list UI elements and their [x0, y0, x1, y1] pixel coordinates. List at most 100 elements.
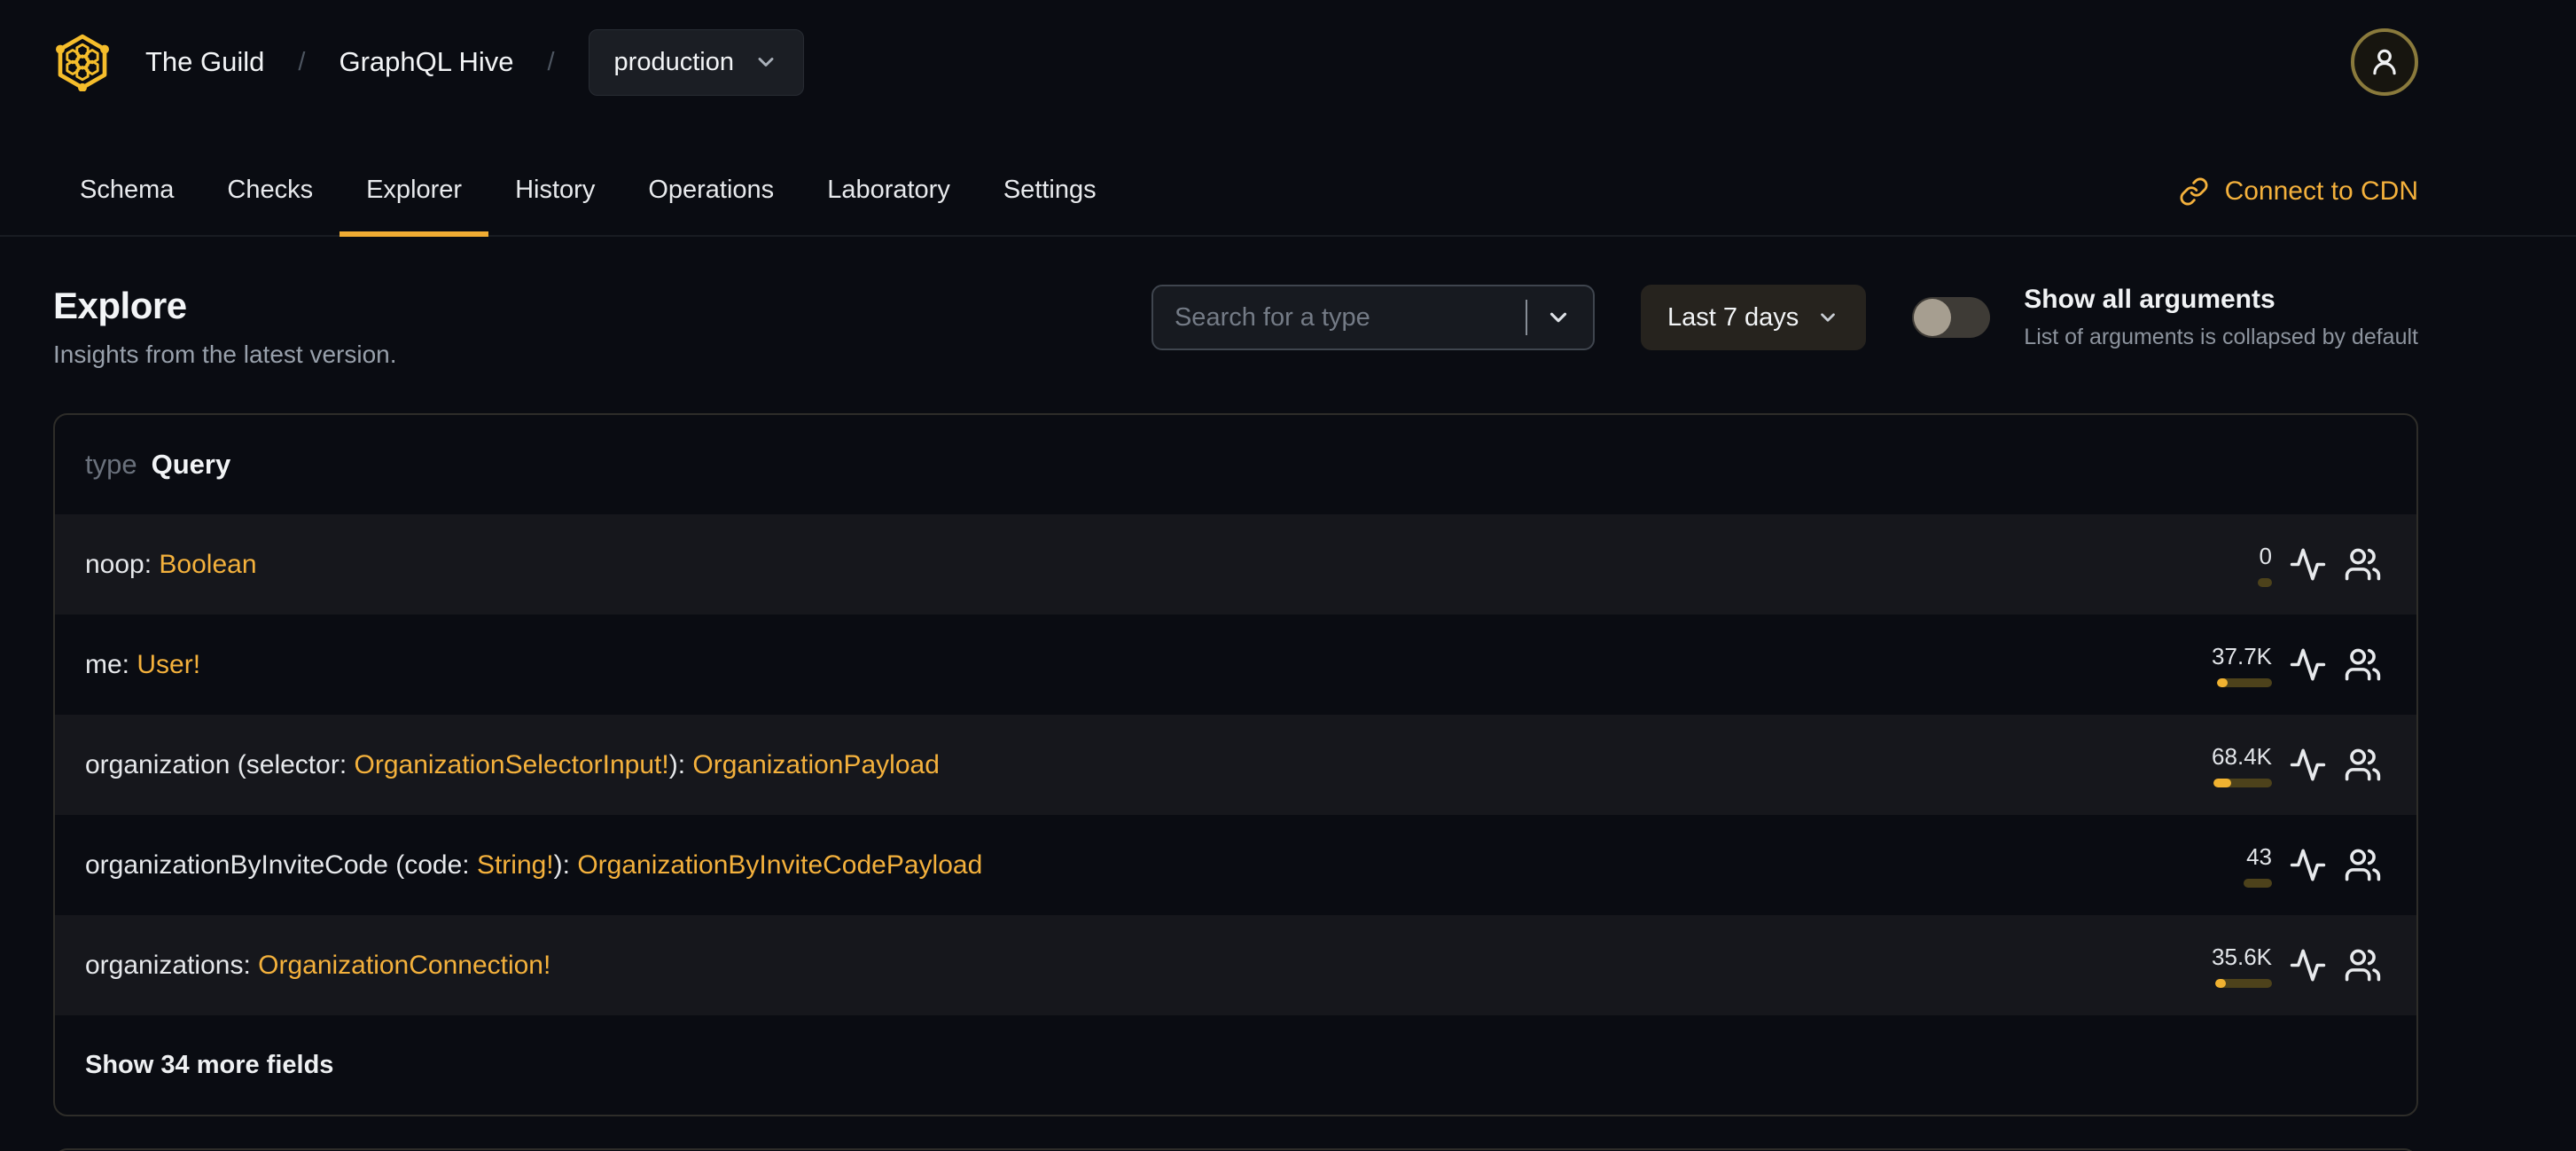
activity-icon[interactable]	[2289, 545, 2327, 583]
field-signature: organization (selector: OrganizationSele…	[85, 750, 940, 780]
type-search-input[interactable]: Search for a type	[1151, 285, 1595, 350]
field-text: organization (selector:	[85, 749, 355, 779]
link-icon	[2180, 177, 2207, 206]
type-link[interactable]: OrganizationByInviteCodePayload	[577, 850, 982, 880]
breadcrumb-project[interactable]: GraphQL Hive	[339, 46, 513, 78]
field-row: me: User! 37.7K	[55, 615, 2416, 715]
chevron-down-icon	[758, 58, 774, 67]
page-title: Explore	[53, 285, 187, 326]
user-menu-button[interactable]	[2351, 28, 2418, 96]
usage-bar	[2213, 778, 2272, 787]
type-kind-label: type	[85, 449, 137, 480]
usage-bar-fill	[2213, 778, 2231, 787]
activity-icon[interactable]	[2289, 846, 2327, 884]
field-row: organizationByInviteCode (code: String!)…	[55, 815, 2416, 915]
show-more-fields-button[interactable]: Show 34 more fields	[55, 1015, 2416, 1115]
usage-stats: 35.6K	[2148, 944, 2272, 988]
user-icon	[2373, 49, 2396, 75]
toggle-knob	[1914, 299, 1952, 336]
tab-settings[interactable]: Settings	[977, 176, 1123, 237]
request-count: 68.4K	[2212, 742, 2272, 770]
type-card: type Query noop: Boolean 0 me: User! 37.7K…	[53, 413, 2418, 1116]
toggle-description: List of arguments is collapsed by defaul…	[2024, 325, 2418, 349]
breadcrumb-separator: /	[547, 47, 555, 76]
field-stats: 0	[2148, 543, 2382, 587]
target-selector-value: production	[613, 47, 734, 76]
breadcrumb-separator: /	[298, 47, 306, 76]
users-icon[interactable]	[2344, 846, 2382, 884]
field-signature: me: User!	[85, 650, 200, 680]
field-text: organizations:	[85, 950, 259, 980]
field-stats: 43	[2148, 843, 2382, 888]
request-count: 0	[2259, 542, 2272, 569]
connect-to-cdn-label: Connect to CDN	[2224, 176, 2418, 206]
main-nav: Schema Checks Explorer History Operations Lab…	[0, 124, 2576, 237]
tab-laboratory[interactable]: Laboratory	[800, 176, 977, 237]
explorer-controls: Search for a type Last 7 days Show all a…	[1151, 285, 2418, 350]
tab-history[interactable]: History	[488, 176, 621, 237]
field-text: me:	[85, 649, 137, 679]
request-count: 37.7K	[2212, 642, 2272, 669]
usage-bar-fill	[2215, 978, 2226, 988]
field-signature: organizationByInviteCode (code: String!)…	[85, 850, 982, 881]
field-row: organization (selector: OrganizationSele…	[55, 715, 2416, 815]
users-icon[interactable]	[2344, 545, 2382, 583]
breadcrumb: The Guild / GraphQL Hive / production	[145, 28, 804, 96]
type-link[interactable]: Boolean	[159, 550, 256, 579]
type-link[interactable]: User!	[137, 650, 200, 679]
activity-icon[interactable]	[2289, 946, 2327, 984]
usage-stats: 43	[2148, 843, 2272, 888]
type-card-header: type Query	[55, 415, 2416, 514]
usage-stats: 0	[2148, 543, 2272, 587]
tab-checks[interactable]: Checks	[200, 176, 340, 237]
page-header: Explore Insights from the latest version…	[53, 285, 2418, 369]
period-selector-button[interactable]: Last 7 days	[1640, 285, 1867, 350]
activity-icon[interactable]	[2289, 646, 2327, 684]
usage-bar	[2217, 677, 2272, 687]
field-row: noop: Boolean 0	[55, 514, 2416, 615]
hive-honeycomb-logo[interactable]	[53, 33, 112, 91]
tab-schema[interactable]: Schema	[53, 176, 200, 237]
field-text: ):	[553, 850, 578, 880]
usage-bar	[2244, 878, 2272, 888]
toggle-label: Show all arguments	[2024, 285, 2275, 314]
field-text: organizationByInviteCode (code:	[85, 850, 477, 880]
field-signature: noop: Boolean	[85, 550, 257, 580]
request-count: 35.6K	[2212, 943, 2272, 970]
field-row: organizations: OrganizationConnection! 35…	[55, 915, 2416, 1015]
users-icon[interactable]	[2344, 946, 2382, 984]
connect-to-cdn-button[interactable]: Connect to CDN	[2179, 176, 2418, 235]
top-bar: The Guild / GraphQL Hive / production	[53, 0, 2418, 124]
type-link[interactable]: String!	[477, 850, 554, 880]
field-stats: 37.7K	[2148, 643, 2382, 687]
users-icon[interactable]	[2344, 646, 2382, 684]
usage-bar-fill	[2217, 677, 2228, 687]
chevron-down-icon	[1821, 313, 1836, 322]
nav-tabs: Schema Checks Explorer History Operations Lab…	[53, 176, 1123, 237]
type-link[interactable]: OrganizationConnection!	[258, 951, 550, 980]
activity-icon[interactable]	[2289, 746, 2327, 784]
field-stats: 68.4K	[2148, 743, 2382, 787]
usage-bar	[2215, 978, 2272, 988]
show-all-arguments-toggle[interactable]	[1912, 297, 1991, 338]
field-text: ):	[668, 749, 693, 779]
field-signature: organizations: OrganizationConnection!	[85, 951, 550, 981]
type-name: Query	[151, 449, 231, 480]
users-icon[interactable]	[2344, 746, 2382, 784]
target-selector[interactable]: production	[588, 28, 804, 96]
field-text: noop:	[85, 549, 160, 579]
page-subtitle: Insights from the latest version.	[53, 341, 397, 368]
usage-stats: 68.4K	[2148, 743, 2272, 787]
chevron-down-icon[interactable]	[1545, 304, 1572, 331]
field-rows: noop: Boolean 0 me: User! 37.7K organizati…	[55, 514, 2416, 1015]
request-count: 43	[2246, 842, 2272, 870]
type-link[interactable]: OrganizationPayload	[692, 750, 940, 779]
type-link[interactable]: OrganizationSelectorInput!	[355, 750, 669, 779]
tab-explorer[interactable]: Explorer	[340, 176, 489, 237]
usage-bar	[2258, 577, 2272, 587]
breadcrumb-org[interactable]: The Guild	[145, 46, 264, 78]
search-divider	[1525, 300, 1527, 335]
type-search-placeholder: Search for a type	[1174, 302, 1370, 332]
period-selector-value: Last 7 days	[1667, 302, 1799, 332]
tab-operations[interactable]: Operations	[621, 176, 800, 237]
